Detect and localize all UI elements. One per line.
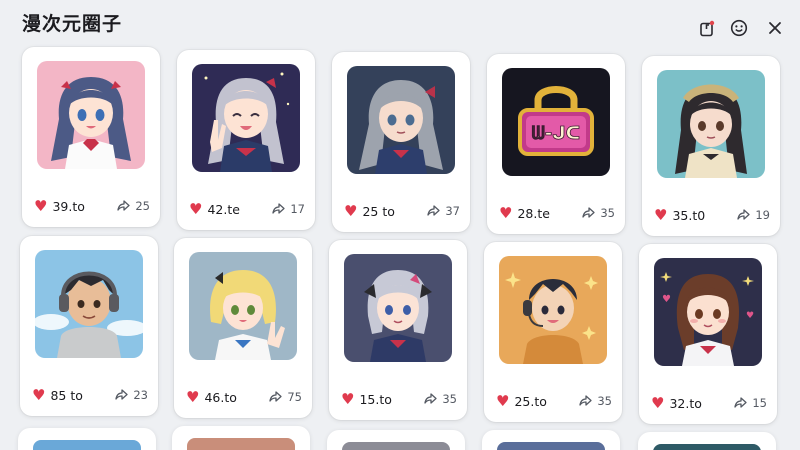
dark-hair-bow-girl-image [657,70,765,178]
svg-text:♥: ♥ [662,294,671,305]
post-card-partial[interactable] [327,430,465,450]
heart-icon: ♥ [32,385,46,404]
share-count[interactable]: 15 [734,396,767,410]
like-count[interactable]: ♥ 15.to [341,389,392,408]
share-arrow-icon [582,207,596,218]
heart-icon: ♥ [654,205,668,224]
heart-icon: ♥ [344,201,358,220]
post-card[interactable]: ♥ 46.to 75 [174,238,312,418]
share-arrow-icon [117,200,131,211]
silver-hair-sailor-image [344,254,452,362]
post-thumbnail-partial [342,442,450,450]
heart-icon: ♥ [499,203,513,222]
like-count[interactable]: ♥ 42.te [189,199,240,218]
heart-icon: ♥ [496,391,510,410]
share-arrow-icon [424,393,438,404]
share-count[interactable]: 35 [579,394,612,408]
share-count[interactable]: 35 [582,206,615,220]
post-stats: ♥ 39.to 25 [34,197,150,215]
share-count[interactable]: 35 [424,392,457,406]
post-thumbnail [347,66,455,174]
post-stats: ♥ 15.to 35 [341,390,457,408]
post-card-partial[interactable] [638,432,776,450]
post-thumbnail [192,64,300,172]
post-stats: ♥ 85 to 23 [32,386,148,404]
app-window: 漫次元圈子 ♥ 39.to 25 ♥ 42.te 17 ♥ 25 to 37 ᗯ… [0,0,800,450]
heart-icon: ♥ [651,393,665,412]
post-grid: ♥ 39.to 25 ♥ 42.te 17 ♥ 25 to 37 ᗯ-ᒍᑕ ♥ … [0,0,800,450]
post-stats: ♥ 28.te 35 [499,204,615,222]
post-thumbnail-partial [653,444,761,450]
post-thumbnail-partial [187,438,295,450]
heart-icon: ♥ [186,387,200,406]
like-count[interactable]: ♥ 35.t0 [654,205,705,224]
post-card[interactable]: ♥ 35.t0 19 [642,56,780,236]
post-card[interactable]: ♥ ♥ ♥ 32.to 15 [639,244,777,424]
share-arrow-icon [737,209,751,220]
post-card[interactable]: ♥ 15.to 35 [329,240,467,420]
heart-icon: ♥ [34,196,48,215]
headset-boy-stars-image [499,256,607,364]
share-count[interactable]: 17 [272,202,305,216]
neon-lock-sign-image: ᗯ-ᒍᑕ [502,68,610,176]
share-count[interactable]: 25 [117,199,150,213]
post-thumbnail [657,70,765,178]
share-count[interactable]: 23 [115,388,148,402]
share-arrow-icon [272,203,286,214]
like-count[interactable]: ♥ 46.to [186,387,237,406]
post-stats: ♥ 25 to 37 [344,202,460,220]
blonde-girl-waving-image [189,252,297,360]
share-arrow-icon [115,389,129,400]
headphone-boy-sky-image [35,250,143,358]
post-card-partial[interactable] [18,428,156,450]
silver-hair-peace-sign-image [192,64,300,172]
share-count[interactable]: 37 [427,204,460,218]
like-count[interactable]: ♥ 32.to [651,393,702,412]
post-thumbnail [344,254,452,362]
heart-icon: ♥ [189,199,203,218]
post-card[interactable]: ♥ 42.te 17 [177,50,315,230]
post-thumbnail [37,61,145,169]
like-count[interactable]: ♥ 25 to [344,201,395,220]
post-thumbnail [499,256,607,364]
post-thumbnail-partial [33,440,141,450]
post-thumbnail [189,252,297,360]
post-card[interactable]: ♥ 25 to 37 [332,52,470,232]
post-stats: ♥ 32.to 15 [651,394,767,412]
post-stats: ♥ 46.to 75 [186,388,302,406]
brown-hair-girl-night-image: ♥ ♥ [654,258,762,366]
share-arrow-icon [269,391,283,402]
post-card[interactable]: ᗯ-ᒍᑕ ♥ 28.te 35 [487,54,625,234]
like-count[interactable]: ♥ 25.to [496,391,547,410]
share-arrow-icon [734,397,748,408]
share-arrow-icon [579,395,593,406]
share-count[interactable]: 75 [269,390,302,404]
heart-icon: ♥ [341,389,355,408]
svg-text:♥: ♥ [746,311,754,321]
post-thumbnail: ♥ ♥ [654,258,762,366]
post-card-partial[interactable] [172,426,310,450]
like-count[interactable]: ♥ 85 to [32,385,83,404]
share-count[interactable]: 19 [737,208,770,222]
post-card[interactable]: ♥ 85 to 23 [20,236,158,416]
post-card[interactable]: ♥ 25.to 35 [484,242,622,422]
post-thumbnail-partial [497,442,605,450]
share-arrow-icon [427,205,441,216]
post-card-partial[interactable] [482,430,620,450]
post-stats: ♥ 42.te 17 [189,200,305,218]
pink-twin-tail-girl-image [37,61,145,169]
post-stats: ♥ 25.to 35 [496,392,612,410]
like-count[interactable]: ♥ 28.te [499,203,550,222]
like-count[interactable]: ♥ 39.to [34,196,85,215]
post-stats: ♥ 35.t0 19 [654,206,770,224]
post-thumbnail: ᗯ-ᒍᑕ [502,68,610,176]
lock-sign-text: ᗯ-ᒍᑕ [532,123,581,144]
post-thumbnail [35,250,143,358]
post-card[interactable]: ♥ 39.to 25 [22,47,160,227]
grey-hair-twin-tail-image [347,66,455,174]
